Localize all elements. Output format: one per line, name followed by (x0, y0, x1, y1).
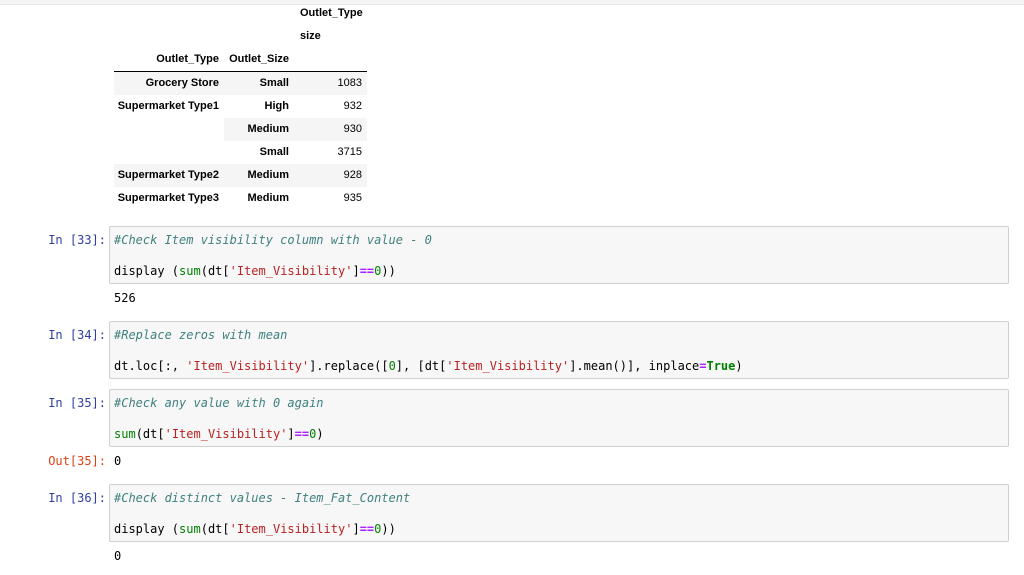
row-outlet-type: Supermarket Type1 (117, 100, 219, 112)
code-token: (dt[ (200, 264, 230, 278)
row-value: 3715 (337, 146, 362, 158)
code-line: display (sum(dt['Item_Visibility']==0)) (114, 521, 396, 537)
row-outlet-type: Grocery Store (145, 77, 219, 89)
row-outlet-size: Medium (247, 169, 289, 181)
row-outlet-size: High (264, 100, 289, 112)
row-value: 935 (343, 192, 362, 204)
index-name-outlet-size: Outlet_Size (229, 53, 289, 65)
code-token: 'Item_Visibility' (186, 359, 310, 373)
cell-output: 526 (114, 291, 136, 305)
code-token: ].replace([ (309, 359, 389, 373)
code-token: ] (352, 522, 360, 536)
code-comment: #Check any value with 0 again (114, 396, 324, 410)
row-value: 930 (343, 123, 362, 135)
code-token: )) (381, 522, 396, 536)
code-input-area[interactable]: #Check Item visibility column with value… (109, 226, 1009, 284)
code-input-area[interactable]: #Check distinct values - Item_Fat_Conten… (109, 484, 1009, 542)
index-name-outlet-type: Outlet_Type (156, 53, 219, 65)
code-token: == (359, 522, 375, 536)
row-outlet-type (114, 141, 219, 164)
code-line: dt.loc[:, 'Item_Visibility'].replace([0]… (114, 358, 743, 374)
code-line: sum(dt['Item_Visibility']==0) (114, 426, 324, 442)
row-outlet-type (114, 118, 219, 141)
input-prompt: In [35]: (48, 396, 106, 410)
value-label: size (300, 30, 321, 42)
code-comment: #Replace zeros with mean (114, 328, 288, 342)
row-outlet-type: Supermarket Type2 (117, 169, 219, 181)
code-token: ], [dt[ (395, 359, 447, 373)
code-token: (dt[ (135, 427, 165, 441)
cell-output: 0 (114, 549, 122, 563)
output-prompt: Out[35]: (48, 454, 106, 468)
row-outlet-size: Small (259, 77, 289, 89)
code-token: display ( (114, 522, 180, 536)
code-token: 'Item_Visibility' (446, 359, 570, 373)
code-token: True (706, 359, 736, 373)
code-token: (dt[ (200, 522, 230, 536)
code-input-area[interactable]: #Check any value with 0 again sum(dt['It… (109, 389, 1009, 447)
input-prompt: In [33]: (48, 233, 106, 247)
column-header: Outlet_Type (300, 7, 363, 19)
code-comment: #Check Item visibility column with value… (114, 233, 432, 247)
top-border (0, 0, 1024, 5)
code-token: 0 (388, 359, 396, 373)
code-token: sum (179, 264, 201, 278)
code-token: ].mean()], inplace (569, 359, 700, 373)
row-value: 932 (343, 100, 362, 112)
code-token: 'Item_Visibility' (164, 427, 288, 441)
row-outlet-size: Small (259, 146, 289, 158)
code-token: ) (735, 359, 743, 373)
input-prompt: In [34]: (48, 328, 106, 342)
code-token: sum (179, 522, 201, 536)
code-token: 'Item_Visibility' (229, 264, 353, 278)
code-token: 'Item_Visibility' (229, 522, 353, 536)
code-token: ] (287, 427, 295, 441)
cell-output: 0 (114, 454, 122, 468)
row-outlet-size: Medium (247, 192, 289, 204)
row-outlet-type: Supermarket Type3 (117, 192, 219, 204)
code-token: dt.loc[:, (114, 359, 187, 373)
code-token: )) (381, 264, 396, 278)
row-value: 928 (343, 169, 362, 181)
row-value: 1083 (337, 77, 362, 89)
code-token: sum (114, 427, 136, 441)
code-token: == (359, 264, 375, 278)
input-prompt: In [36]: (48, 491, 106, 505)
code-token: display ( (114, 264, 180, 278)
code-input-area[interactable]: #Replace zeros with mean dt.loc[:, 'Item… (109, 321, 1009, 379)
code-line: display (sum(dt['Item_Visibility']==0)) (114, 263, 396, 279)
code-token: ) (316, 427, 324, 441)
row-outlet-size: Medium (247, 123, 289, 135)
code-comment: #Check distinct values - Item_Fat_Conten… (114, 491, 411, 505)
code-token: ] (352, 264, 360, 278)
code-token: == (294, 427, 310, 441)
